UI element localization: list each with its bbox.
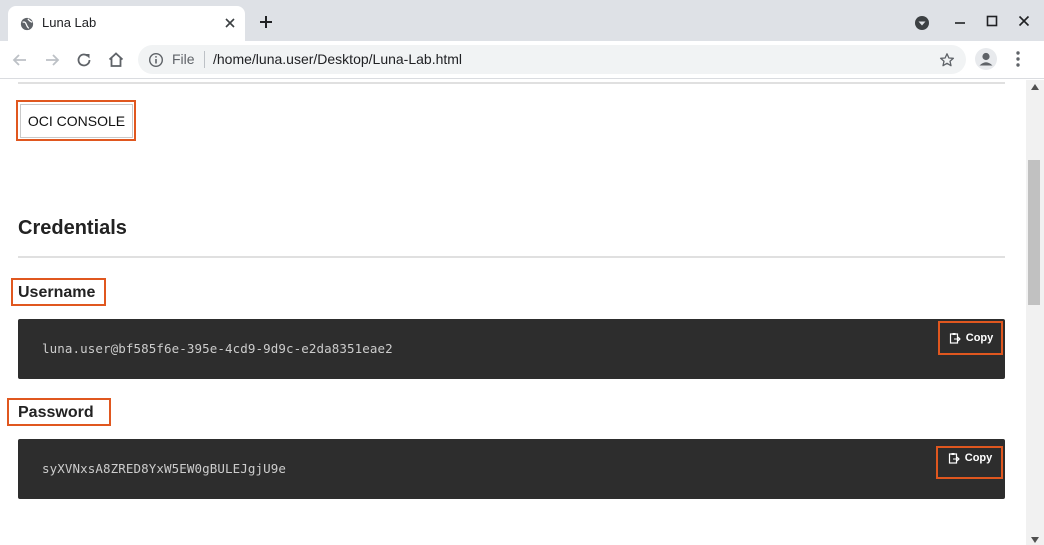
forward-icon[interactable]	[42, 50, 62, 70]
clipboard-icon	[949, 333, 961, 344]
home-icon[interactable]	[106, 50, 126, 70]
oci-console-button[interactable]: OCI CONSOLE	[20, 104, 133, 138]
close-icon[interactable]	[223, 16, 237, 30]
star-icon[interactable]	[939, 52, 955, 68]
page-content: OCI CONSOLE Credentials Username luna.us…	[0, 80, 1026, 545]
password-label: Password	[18, 404, 94, 421]
back-icon[interactable]	[10, 50, 30, 70]
url-text[interactable]: /home/luna.user/Desktop/Luna-Lab.html	[213, 51, 462, 67]
browser-toolbar: File /home/luna.user/Desktop/Luna-Lab.ht…	[0, 41, 1044, 79]
scroll-up-icon[interactable]	[1031, 84, 1039, 90]
more-vert-icon[interactable]	[1010, 50, 1026, 68]
tab-strip: Luna Lab	[0, 0, 1044, 41]
close-icon[interactable]	[1016, 13, 1032, 29]
password-value[interactable]: syXVNxsA8ZRED8YxW5EW0gBULEJgjU9e	[42, 461, 286, 476]
maximize-icon[interactable]	[984, 13, 1000, 29]
url-separator	[204, 51, 205, 68]
scrollbar-thumb[interactable]	[1028, 160, 1040, 305]
username-label: Username	[18, 284, 96, 301]
copy-username-button[interactable]: Copy	[942, 324, 1000, 352]
profile-dropdown-icon[interactable]	[914, 15, 930, 31]
username-value[interactable]: luna.user@bf585f6e-395e-4cd9-9d9c-e2da83…	[42, 341, 393, 356]
scroll-down-icon[interactable]	[1031, 537, 1039, 543]
copy-password-button[interactable]: Copy	[941, 444, 999, 472]
clipboard-icon	[948, 453, 960, 464]
reload-icon[interactable]	[74, 50, 94, 70]
info-icon[interactable]	[148, 52, 164, 68]
avatar-icon[interactable]	[975, 48, 997, 70]
tab-title: Luna Lab	[42, 15, 97, 30]
minimize-icon[interactable]	[952, 13, 968, 29]
globe-icon	[20, 17, 34, 31]
vertical-scrollbar[interactable]	[1026, 80, 1044, 545]
divider	[18, 256, 1005, 258]
divider	[18, 82, 1005, 84]
url-scheme: File	[172, 51, 195, 67]
browser-tab[interactable]: Luna Lab	[8, 6, 245, 41]
username-code-block: luna.user@bf585f6e-395e-4cd9-9d9c-e2da83…	[18, 319, 1005, 379]
credentials-heading: Credentials	[18, 217, 127, 239]
address-bar[interactable]: File /home/luna.user/Desktop/Luna-Lab.ht…	[138, 45, 966, 74]
copy-label: Copy	[964, 452, 993, 464]
copy-label: Copy	[965, 332, 994, 344]
password-code-block: syXVNxsA8ZRED8YxW5EW0gBULEJgjU9e	[18, 439, 1005, 499]
plus-icon[interactable]	[258, 14, 274, 30]
